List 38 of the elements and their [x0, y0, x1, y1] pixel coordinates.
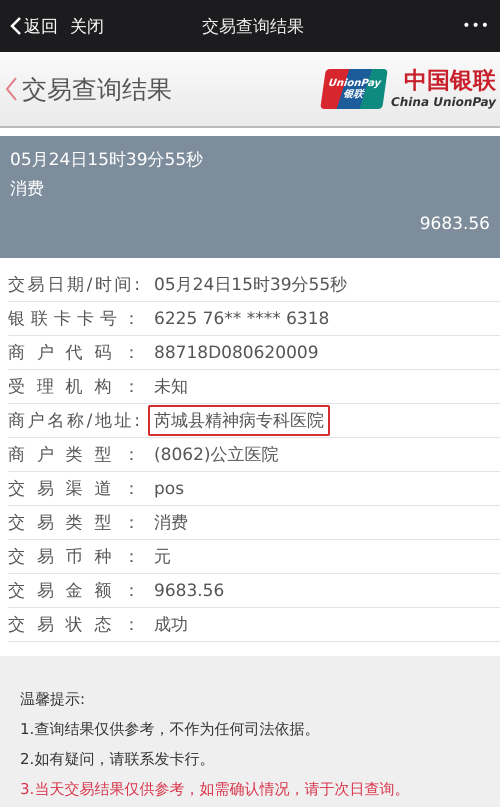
back-button[interactable]: 返回	[10, 14, 58, 38]
page-title: 交易查询结果	[22, 74, 173, 106]
field-value: 未知	[153, 376, 189, 399]
field-label: 商户类型：	[8, 444, 140, 466]
field-label: 商户代码：	[8, 342, 140, 364]
field-label: 交易币种：	[8, 546, 140, 568]
field-value: 9683.56	[153, 580, 226, 602]
field-value: 芮城县精神病专科医院	[148, 405, 330, 436]
field-label: 商户名称/地址:	[8, 410, 140, 432]
field-value: pos	[153, 478, 186, 500]
notice-item: 2.如有疑问，请联系发卡行。	[20, 750, 216, 769]
logo-subtitle: China UnionPay	[390, 94, 496, 109]
field-value: 05月24日15时39分55秒	[153, 274, 348, 297]
back-icon	[10, 16, 22, 36]
notice-item: 3.当天交易结果仅供参考，如需确认情况，请于次日查询。	[20, 780, 410, 799]
field-value: 6225 76** **** 6318	[153, 308, 330, 330]
close-button[interactable]: 关闭	[70, 14, 104, 38]
field-label: 受理机构：	[8, 376, 140, 398]
more-button[interactable]: •••	[462, 18, 490, 34]
notice-item: 1.查询结果仅供参考，不作为任何司法依据。	[20, 720, 320, 739]
field-label: 交易状态：	[8, 614, 140, 636]
window-title: 交易查询结果	[201, 16, 306, 38]
field-label: 银联卡卡号：	[8, 308, 140, 330]
notice-title: 温馨提示:	[20, 690, 86, 709]
transaction-time: 05月24日15时39分55秒	[10, 149, 204, 171]
field-value: 88718D080620009	[153, 342, 320, 364]
logo-name: 中国银联	[404, 69, 496, 95]
back-icon[interactable]	[4, 76, 18, 102]
field-value: (8062)公立医院	[153, 444, 280, 467]
field-label: 交易类型：	[8, 512, 140, 534]
field-label: 交易渠道：	[8, 478, 140, 500]
field-value: 消费	[153, 512, 189, 535]
field-value: 元	[153, 546, 172, 569]
transaction-amount: 9683.56	[420, 214, 490, 234]
field-value: 成功	[153, 614, 189, 637]
field-label: 交易金额：	[8, 580, 140, 602]
field-label: 交易日期/时间:	[8, 274, 140, 296]
transaction-type: 消费	[10, 178, 45, 200]
